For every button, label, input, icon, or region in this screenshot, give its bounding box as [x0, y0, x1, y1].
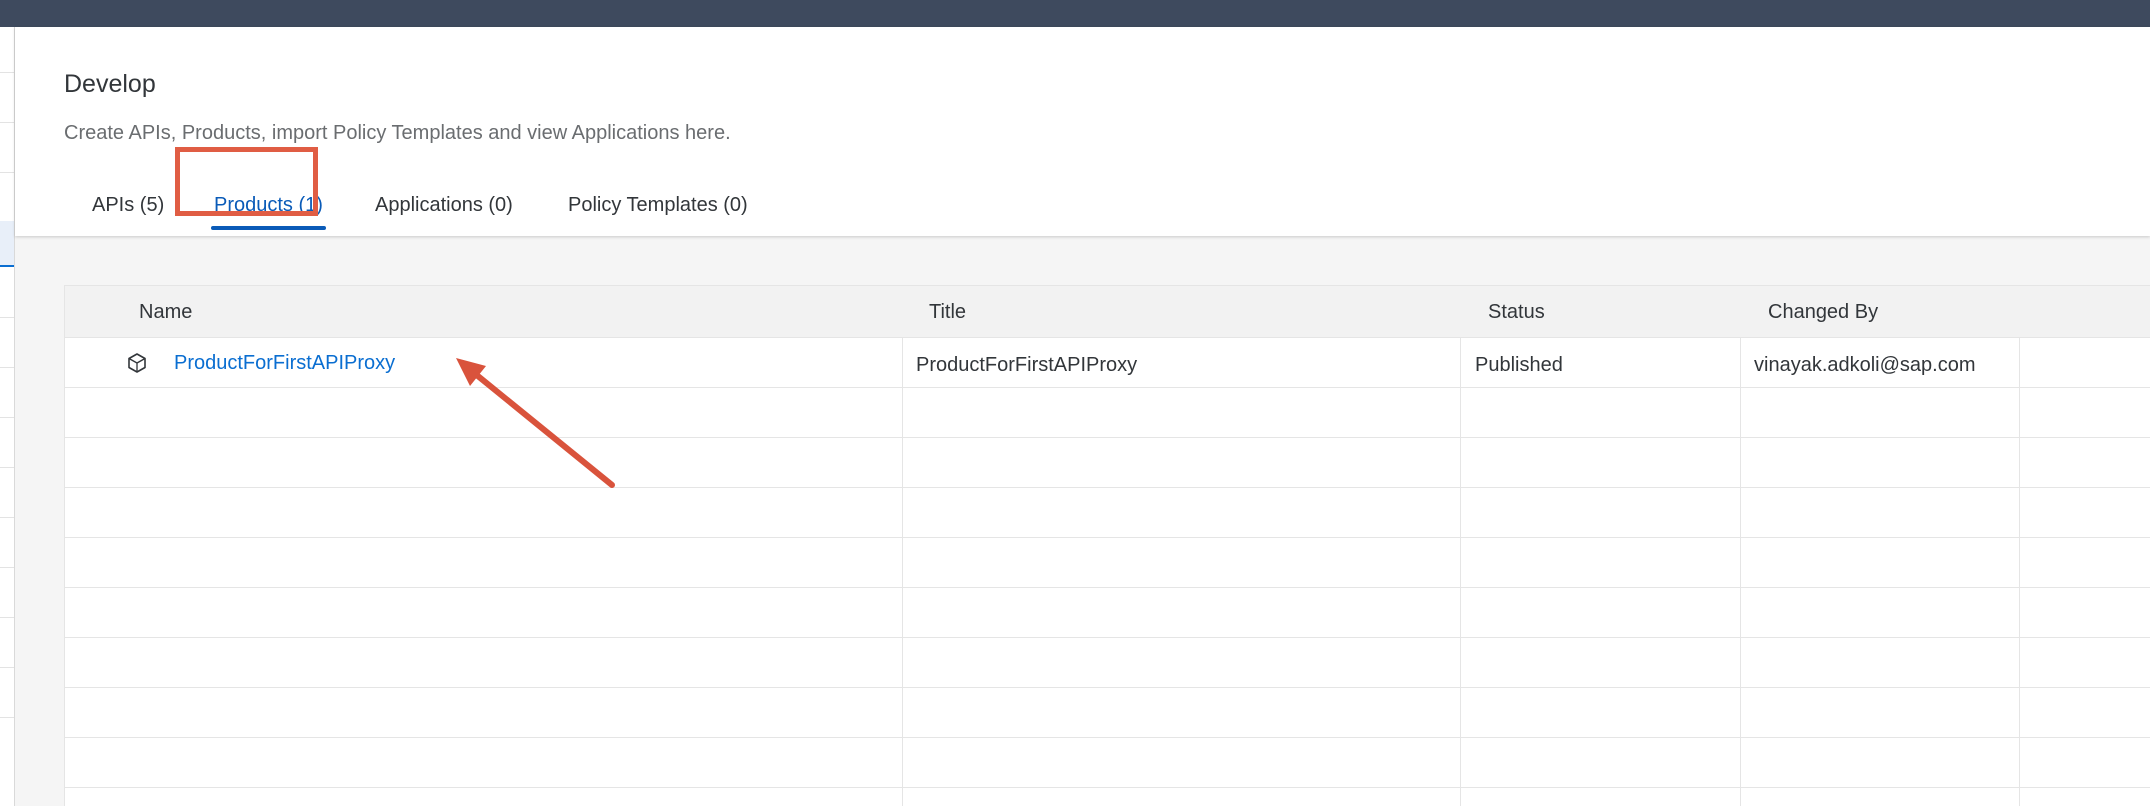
page-subtitle: Create APIs, Products, import Policy Tem… — [64, 122, 731, 144]
table-row-empty — [65, 638, 2150, 688]
rail-divider — [0, 172, 14, 173]
product-status: Published — [1475, 354, 1563, 376]
rail-divider — [0, 72, 14, 73]
column-header-changed-by[interactable]: Changed By — [1768, 286, 1878, 338]
table-row-empty — [65, 788, 2150, 806]
rail-divider — [0, 717, 14, 718]
product-changed-by: vinayak.adkoli@sap.com — [1754, 354, 1976, 376]
product-title: ProductForFirstAPIProxy — [916, 354, 1138, 376]
rail-divider — [0, 467, 14, 468]
rail-divider — [0, 667, 14, 668]
table-row-empty — [65, 388, 2150, 438]
product-cube-icon — [125, 351, 149, 375]
shell-bar — [0, 0, 2150, 27]
table-row-empty — [65, 738, 2150, 788]
rail-divider — [0, 617, 14, 618]
tab-applications[interactable]: Applications (0) — [375, 175, 513, 235]
rail-divider — [0, 517, 14, 518]
column-header-name[interactable]: Name — [139, 286, 192, 338]
products-table: Name Title Status Changed By ProductForF… — [64, 285, 2150, 806]
tab-products[interactable]: Products (1) — [211, 175, 326, 235]
product-name-link[interactable]: ProductForFirstAPIProxy — [174, 338, 395, 388]
rail-divider — [0, 122, 14, 123]
rail-divider — [0, 417, 14, 418]
column-header-title[interactable]: Title — [929, 286, 966, 338]
tab-bar: APIs (5) Products (1) Applications (0) P… — [15, 175, 915, 235]
page-header: Develop Create APIs, Products, import Po… — [15, 27, 2150, 236]
table-header: Name Title Status Changed By — [65, 286, 2150, 338]
table-row-empty — [65, 488, 2150, 538]
tab-policy-templates[interactable]: Policy Templates (0) — [568, 175, 748, 235]
page-title: Develop — [64, 70, 156, 98]
rail-divider — [0, 567, 14, 568]
table-row-empty — [65, 538, 2150, 588]
rail-divider — [0, 317, 14, 318]
rail-divider — [0, 367, 14, 368]
tab-apis[interactable]: APIs (5) — [92, 175, 164, 235]
table-row-empty — [65, 688, 2150, 738]
rail-selected-item[interactable] — [0, 221, 14, 267]
table-row[interactable]: ProductForFirstAPIProxy ProductForFirstA… — [65, 338, 2150, 388]
table-row-empty — [65, 588, 2150, 638]
table-row-empty — [65, 438, 2150, 488]
side-navigation-rail — [0, 27, 15, 806]
column-header-status[interactable]: Status — [1488, 286, 1545, 338]
